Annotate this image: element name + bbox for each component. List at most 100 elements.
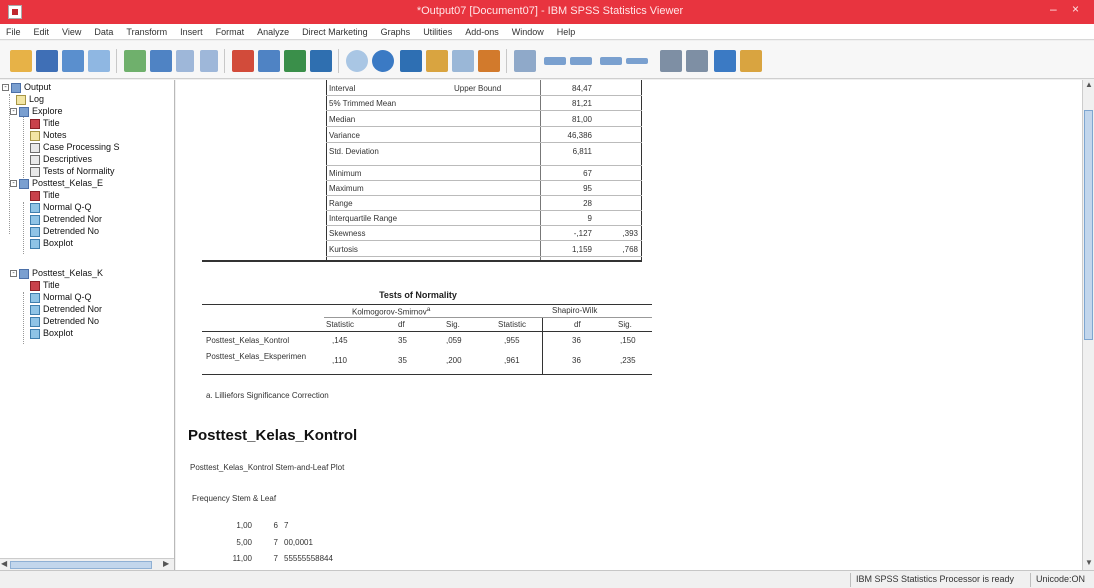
stem-value: 7 xyxy=(273,538,278,547)
cell-value: 35 xyxy=(398,356,407,365)
menu-window[interactable]: Window xyxy=(512,27,544,37)
collapse-box[interactable]: - xyxy=(10,270,17,278)
recall-dialog-icon[interactable] xyxy=(150,50,172,72)
demote-icon[interactable] xyxy=(544,57,566,65)
tree-item-detrended[interactable]: Detrended No xyxy=(30,316,99,328)
print-icon[interactable] xyxy=(62,50,84,72)
col-header: Statistic xyxy=(326,320,355,329)
variables-icon[interactable] xyxy=(310,50,332,72)
tree-item-title[interactable]: Title xyxy=(30,280,60,292)
collapse-box[interactable]: - xyxy=(10,108,17,116)
promote-icon[interactable] xyxy=(514,50,536,72)
menu-add-ons[interactable]: Add-ons xyxy=(465,27,499,37)
menu-insert[interactable]: Insert xyxy=(180,27,203,37)
table-row: Maximum 95 xyxy=(326,183,642,196)
export-icon[interactable] xyxy=(124,50,146,72)
menu-file[interactable]: File xyxy=(6,27,21,37)
goto-variable-icon[interactable] xyxy=(284,50,306,72)
footnote: a. Lilliefors Significance Correction xyxy=(206,391,329,400)
expand-icon[interactable] xyxy=(570,57,592,65)
insert-heading-icon[interactable] xyxy=(686,50,708,72)
menu-help[interactable]: Help xyxy=(557,27,576,37)
stem-leaf-header: Frequency Stem & Leaf xyxy=(192,494,277,503)
print-preview-icon[interactable] xyxy=(88,50,110,72)
collapse-box[interactable]: - xyxy=(2,84,9,92)
table-row: 5% Trimmed Mean 81,21 xyxy=(326,98,642,111)
tree-item-tests-of-normality[interactable]: Tests of Normality xyxy=(30,166,115,178)
menu-transform[interactable]: Transform xyxy=(126,27,167,37)
designate-window-icon[interactable] xyxy=(400,50,422,72)
menu-utilities[interactable]: Utilities xyxy=(423,27,452,37)
chart-icon xyxy=(30,304,40,315)
tree-item-output[interactable]: - Output xyxy=(2,82,51,94)
scroll-left-icon[interactable]: ◀ xyxy=(1,559,7,568)
menu-graphs[interactable]: Graphs xyxy=(381,27,411,37)
tree-label: Normal Q-Q xyxy=(43,202,92,212)
processor-status: IBM SPSS Statistics Processor is ready xyxy=(856,574,1015,584)
menu-view[interactable]: View xyxy=(62,27,81,37)
tree-item-case-processing[interactable]: Case Processing S xyxy=(30,142,120,154)
scroll-down-icon[interactable]: ▼ xyxy=(1085,558,1093,567)
scroll-up-icon[interactable]: ▲ xyxy=(1085,80,1093,89)
scrollbar-thumb[interactable] xyxy=(1084,110,1093,340)
row-label: Minimum xyxy=(329,169,362,178)
stem-value: 6 xyxy=(273,521,278,530)
undo-icon[interactable] xyxy=(176,50,194,72)
tree-item-posttest-eksperimen[interactable]: - Posttest_Kelas_E xyxy=(10,178,103,190)
tree-item-title[interactable]: Title xyxy=(30,118,60,130)
tree-item-log[interactable]: Log xyxy=(16,94,44,106)
leaf-value: 00,0001 xyxy=(284,538,313,547)
menu-analyze[interactable]: Analyze xyxy=(257,27,289,37)
tree-item-boxplot[interactable]: Boxplot xyxy=(30,238,73,250)
tree-item-boxplot[interactable]: Boxplot xyxy=(30,328,73,340)
row-label: Std. Deviation xyxy=(329,147,379,156)
tree-item-detrended[interactable]: Detrended No xyxy=(30,226,99,238)
menu-format[interactable]: Format xyxy=(216,27,245,37)
goto-data-icon[interactable] xyxy=(232,50,254,72)
script-icon[interactable] xyxy=(372,50,394,72)
close-icon[interactable]: × xyxy=(1072,2,1079,16)
show-all-icon[interactable] xyxy=(452,50,474,72)
tree-connector xyxy=(23,110,24,180)
select-last-output-icon[interactable] xyxy=(426,50,448,72)
tree-item-notes[interactable]: Notes xyxy=(30,130,67,142)
menu-edit[interactable]: Edit xyxy=(34,27,50,37)
hide-icon[interactable] xyxy=(478,50,500,72)
tree-item-detrended[interactable]: Detrended Nor xyxy=(30,214,102,226)
tree-item-normal-qq[interactable]: Normal Q-Q xyxy=(30,202,92,214)
tree-item-title[interactable]: Title xyxy=(30,190,60,202)
book-icon xyxy=(19,268,29,279)
redo-icon[interactable] xyxy=(200,50,218,72)
open-icon[interactable] xyxy=(10,50,32,72)
table-row: Skewness -,127 ,393 xyxy=(326,228,642,241)
notes-icon xyxy=(30,130,40,141)
tree-item-descriptives[interactable]: Descriptives xyxy=(30,154,92,166)
spell-check-icon[interactable] xyxy=(346,50,368,72)
cell-statistic: 81,21 xyxy=(571,99,592,108)
save-icon[interactable] xyxy=(36,50,58,72)
viewer-vertical-scrollbar[interactable]: ▲ ▼ xyxy=(1082,80,1094,570)
tree-item-posttest-kontrol[interactable]: - Posttest_Kelas_K xyxy=(10,268,103,280)
tree-item-detrended[interactable]: Detrended Nor xyxy=(30,304,102,316)
chart-icon xyxy=(30,328,40,339)
collapse-icon[interactable] xyxy=(600,57,622,65)
insert-title-icon[interactable] xyxy=(714,50,736,72)
spss-app-icon[interactable] xyxy=(8,5,22,19)
hide-selected-icon[interactable] xyxy=(660,50,682,72)
tree-item-explore[interactable]: - Explore xyxy=(10,106,63,118)
tree-horizontal-scrollbar[interactable]: ◀ ▶ xyxy=(0,558,174,570)
show-icon[interactable] xyxy=(626,58,648,64)
tree-item-normal-qq[interactable]: Normal Q-Q xyxy=(30,292,92,304)
table-row: Interquartile Range 9 xyxy=(326,213,642,226)
stem-leaf-caption: Posttest_Kelas_Kontrol Stem-and-Leaf Plo… xyxy=(190,463,345,472)
collapse-box[interactable]: - xyxy=(10,180,17,188)
menu-data[interactable]: Data xyxy=(94,27,113,37)
goto-case-icon[interactable] xyxy=(258,50,280,72)
tree-label: Log xyxy=(29,94,45,104)
menu-direct-marketing[interactable]: Direct Marketing xyxy=(302,27,368,37)
scroll-right-icon[interactable]: ▶ xyxy=(163,559,169,568)
scrollbar-thumb[interactable] xyxy=(10,561,152,569)
minimize-icon[interactable]: – xyxy=(1050,2,1057,16)
row-label: Median xyxy=(329,115,356,124)
insert-text-icon[interactable] xyxy=(740,50,762,72)
